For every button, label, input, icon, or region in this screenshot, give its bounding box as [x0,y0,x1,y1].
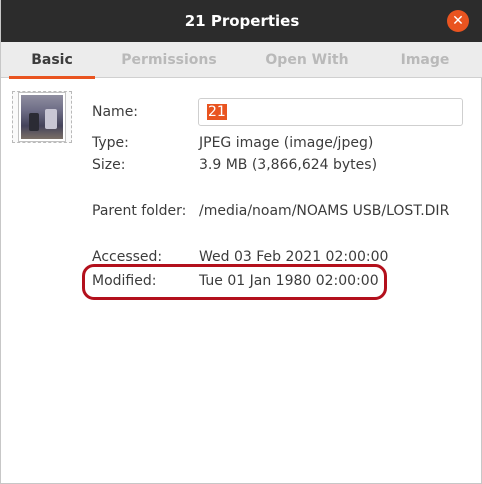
name-value: 21 [207,104,227,120]
tab-image[interactable]: Image [389,42,461,78]
tab-bar: Basic Permissions Open With Image [1,42,482,79]
size-label: Size: [92,157,126,173]
title-bar: 21 Properties ✕ [1,0,482,42]
properties-dialog: 21 Properties ✕ Basic Permissions Open W… [0,0,482,484]
name-label: Name: [92,104,139,120]
window-title: 21 Properties [184,12,300,30]
parent-folder-label: Parent folder: [92,203,187,219]
type-label: Type: [92,135,129,151]
basic-panel: Name: 21 Type: JPEG image (image/jpeg) S… [1,78,482,484]
type-value: JPEG image (image/jpeg) [199,135,374,151]
modified-highlight-annotation [82,264,387,300]
parent-folder-value[interactable]: /media/noam/NOAMS USB/LOST.DIR [199,203,449,219]
accessed-value: Wed 03 Feb 2021 02:00:00 [199,249,389,265]
tab-basic[interactable]: Basic [9,42,95,79]
size-value: 3.9 MB (3,866,624 bytes) [199,157,378,173]
close-icon: ✕ [452,13,464,29]
tab-open-with[interactable]: Open With [255,42,359,78]
image-thumbnail-icon [19,93,65,141]
name-input[interactable]: 21 [198,98,463,126]
file-thumbnail[interactable] [12,91,72,143]
tab-permissions[interactable]: Permissions [113,42,225,78]
accessed-label: Accessed: [92,249,163,265]
close-button[interactable]: ✕ [447,10,469,32]
